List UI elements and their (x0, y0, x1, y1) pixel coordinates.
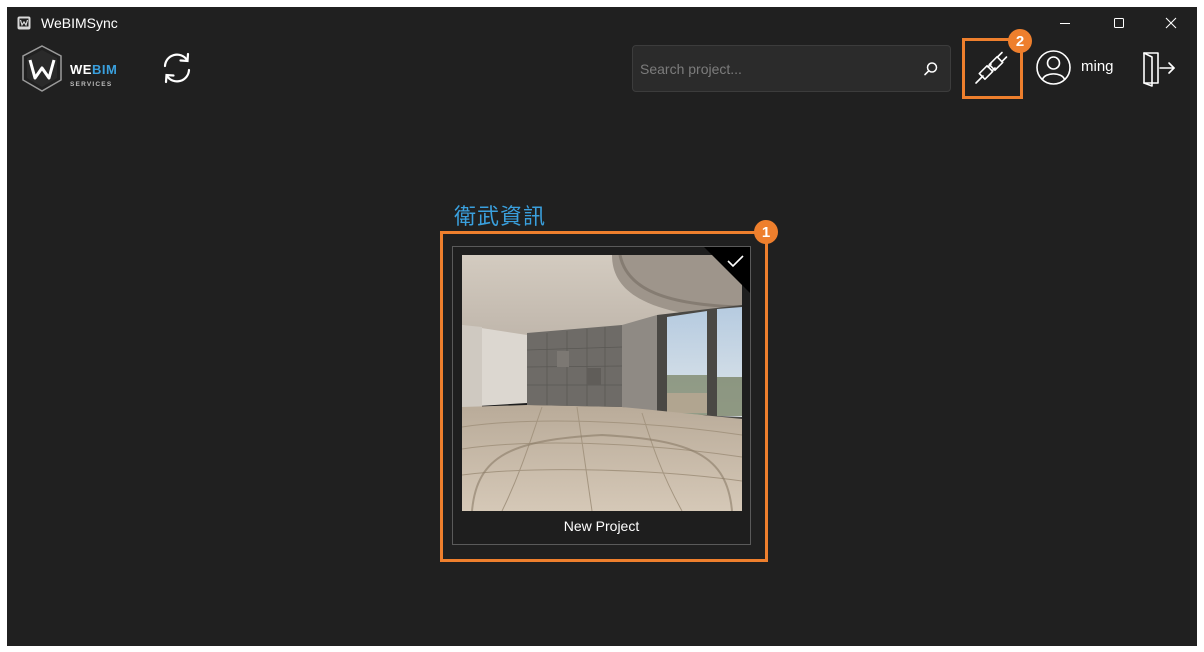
project-name: New Project (563, 518, 640, 534)
plug-icon (975, 51, 1008, 84)
annotation-badge-1: 1 (754, 220, 778, 244)
app-window: WeBIMSync WEBIM SERVICES Search project.… (7, 7, 1197, 646)
logout-icon (1143, 52, 1175, 87)
group-title: 衛武資訊 (454, 205, 547, 230)
logout-button[interactable] (1141, 49, 1177, 87)
plugin-button[interactable] (971, 48, 1011, 88)
app-icon (17, 16, 31, 30)
close-icon (1165, 17, 1177, 29)
maximize-button[interactable] (1093, 7, 1145, 39)
webim-logo: WEBIM SERVICES (22, 45, 117, 92)
user-icon[interactable] (1035, 49, 1072, 86)
selected-check-icon (704, 247, 750, 293)
svg-text:WEBIM: WEBIM (70, 62, 117, 77)
maximize-icon (1114, 18, 1124, 28)
search-input[interactable] (633, 46, 913, 91)
project-card[interactable]: New Project (452, 246, 751, 545)
username[interactable]: ming (1081, 58, 1114, 75)
minimize-icon (1060, 23, 1070, 24)
project-thumbnail (462, 255, 742, 511)
minimize-button[interactable] (1039, 7, 1091, 39)
svg-text:SERVICES: SERVICES (70, 81, 112, 88)
search-box[interactable] (632, 45, 951, 92)
search-icon[interactable] (922, 60, 940, 78)
sync-icon (163, 52, 191, 84)
close-button[interactable] (1145, 7, 1197, 39)
annotation-badge-2: 2 (1008, 29, 1032, 53)
sync-button[interactable] (159, 50, 195, 86)
window-title: WeBIMSync (41, 15, 118, 31)
